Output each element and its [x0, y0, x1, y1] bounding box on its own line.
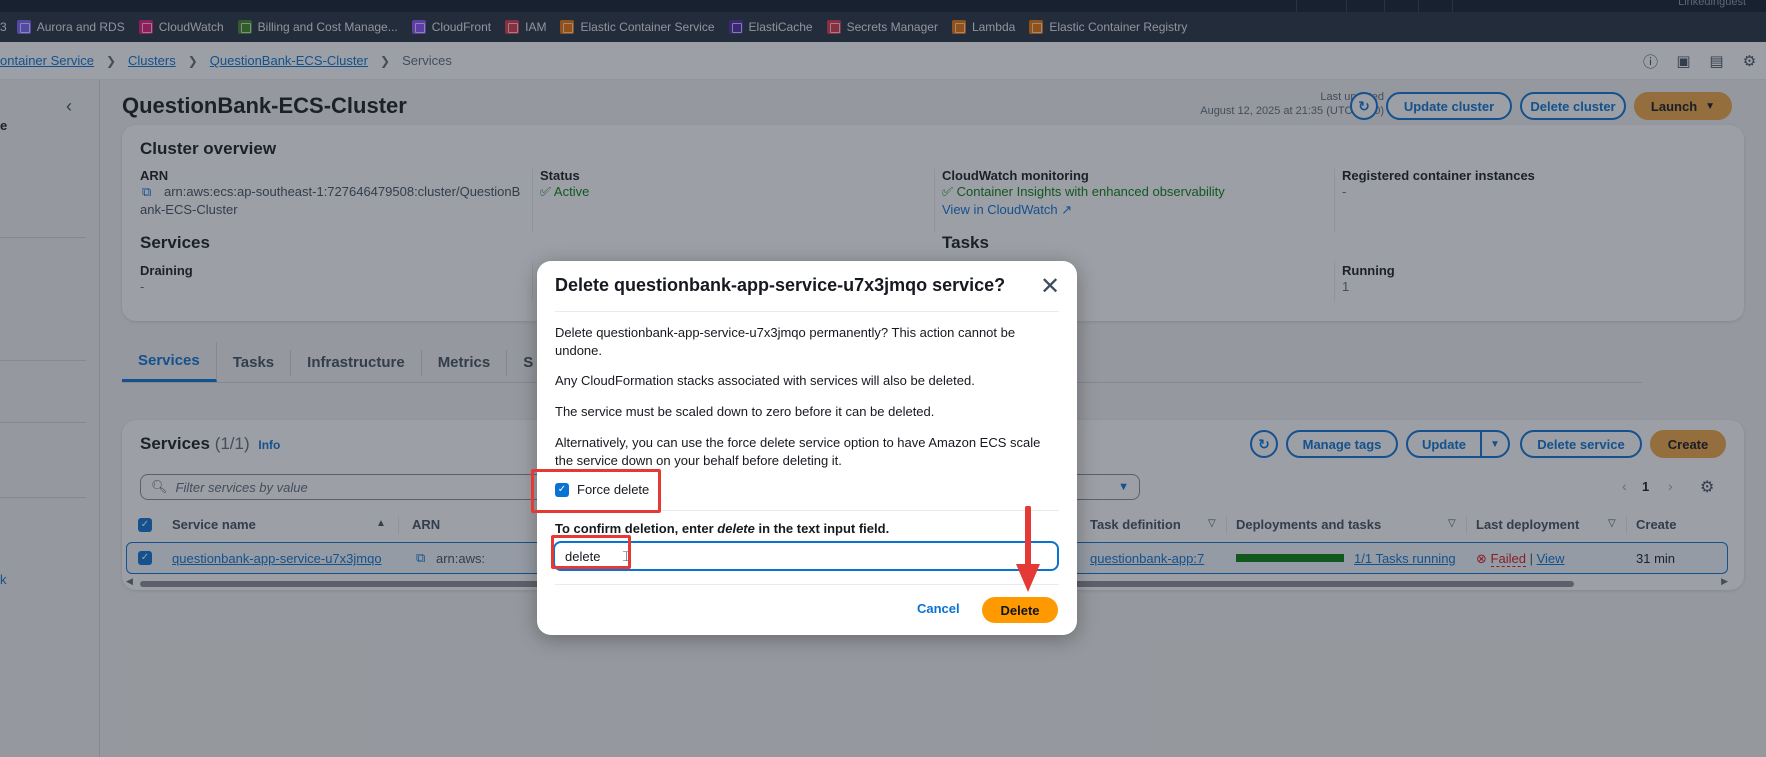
- cancel-button[interactable]: Cancel: [917, 601, 960, 616]
- annotation-arrow-icon: [1016, 506, 1040, 592]
- delete-service-dialog: Delete questionbank-app-service-u7x3jmqo…: [537, 261, 1077, 635]
- annotation-box-force-delete: [531, 469, 661, 513]
- dialog-title: Delete questionbank-app-service-u7x3jmqo…: [555, 275, 1006, 295]
- dialog-divider: [555, 584, 1059, 585]
- dialog-scale-text: The service must be scaled down to zero …: [555, 404, 935, 419]
- confirm-prefix: To confirm deletion, enter: [555, 521, 718, 536]
- dialog-warning-text: Delete questionbank-app-service-u7x3jmqo…: [555, 325, 1016, 358]
- close-icon[interactable]: ✕: [1040, 275, 1060, 299]
- confirm-suffix: in the text input field.: [754, 521, 890, 536]
- confirm-word: delete: [717, 521, 755, 536]
- annotation-box-input: [551, 535, 631, 569]
- dialog-divider: [555, 311, 1059, 312]
- dialog-force-text: Alternatively, you can use the force del…: [555, 435, 1041, 468]
- delete-button[interactable]: Delete: [982, 597, 1058, 623]
- dialog-cloudformation-text: Any CloudFormation stacks associated wit…: [555, 373, 975, 388]
